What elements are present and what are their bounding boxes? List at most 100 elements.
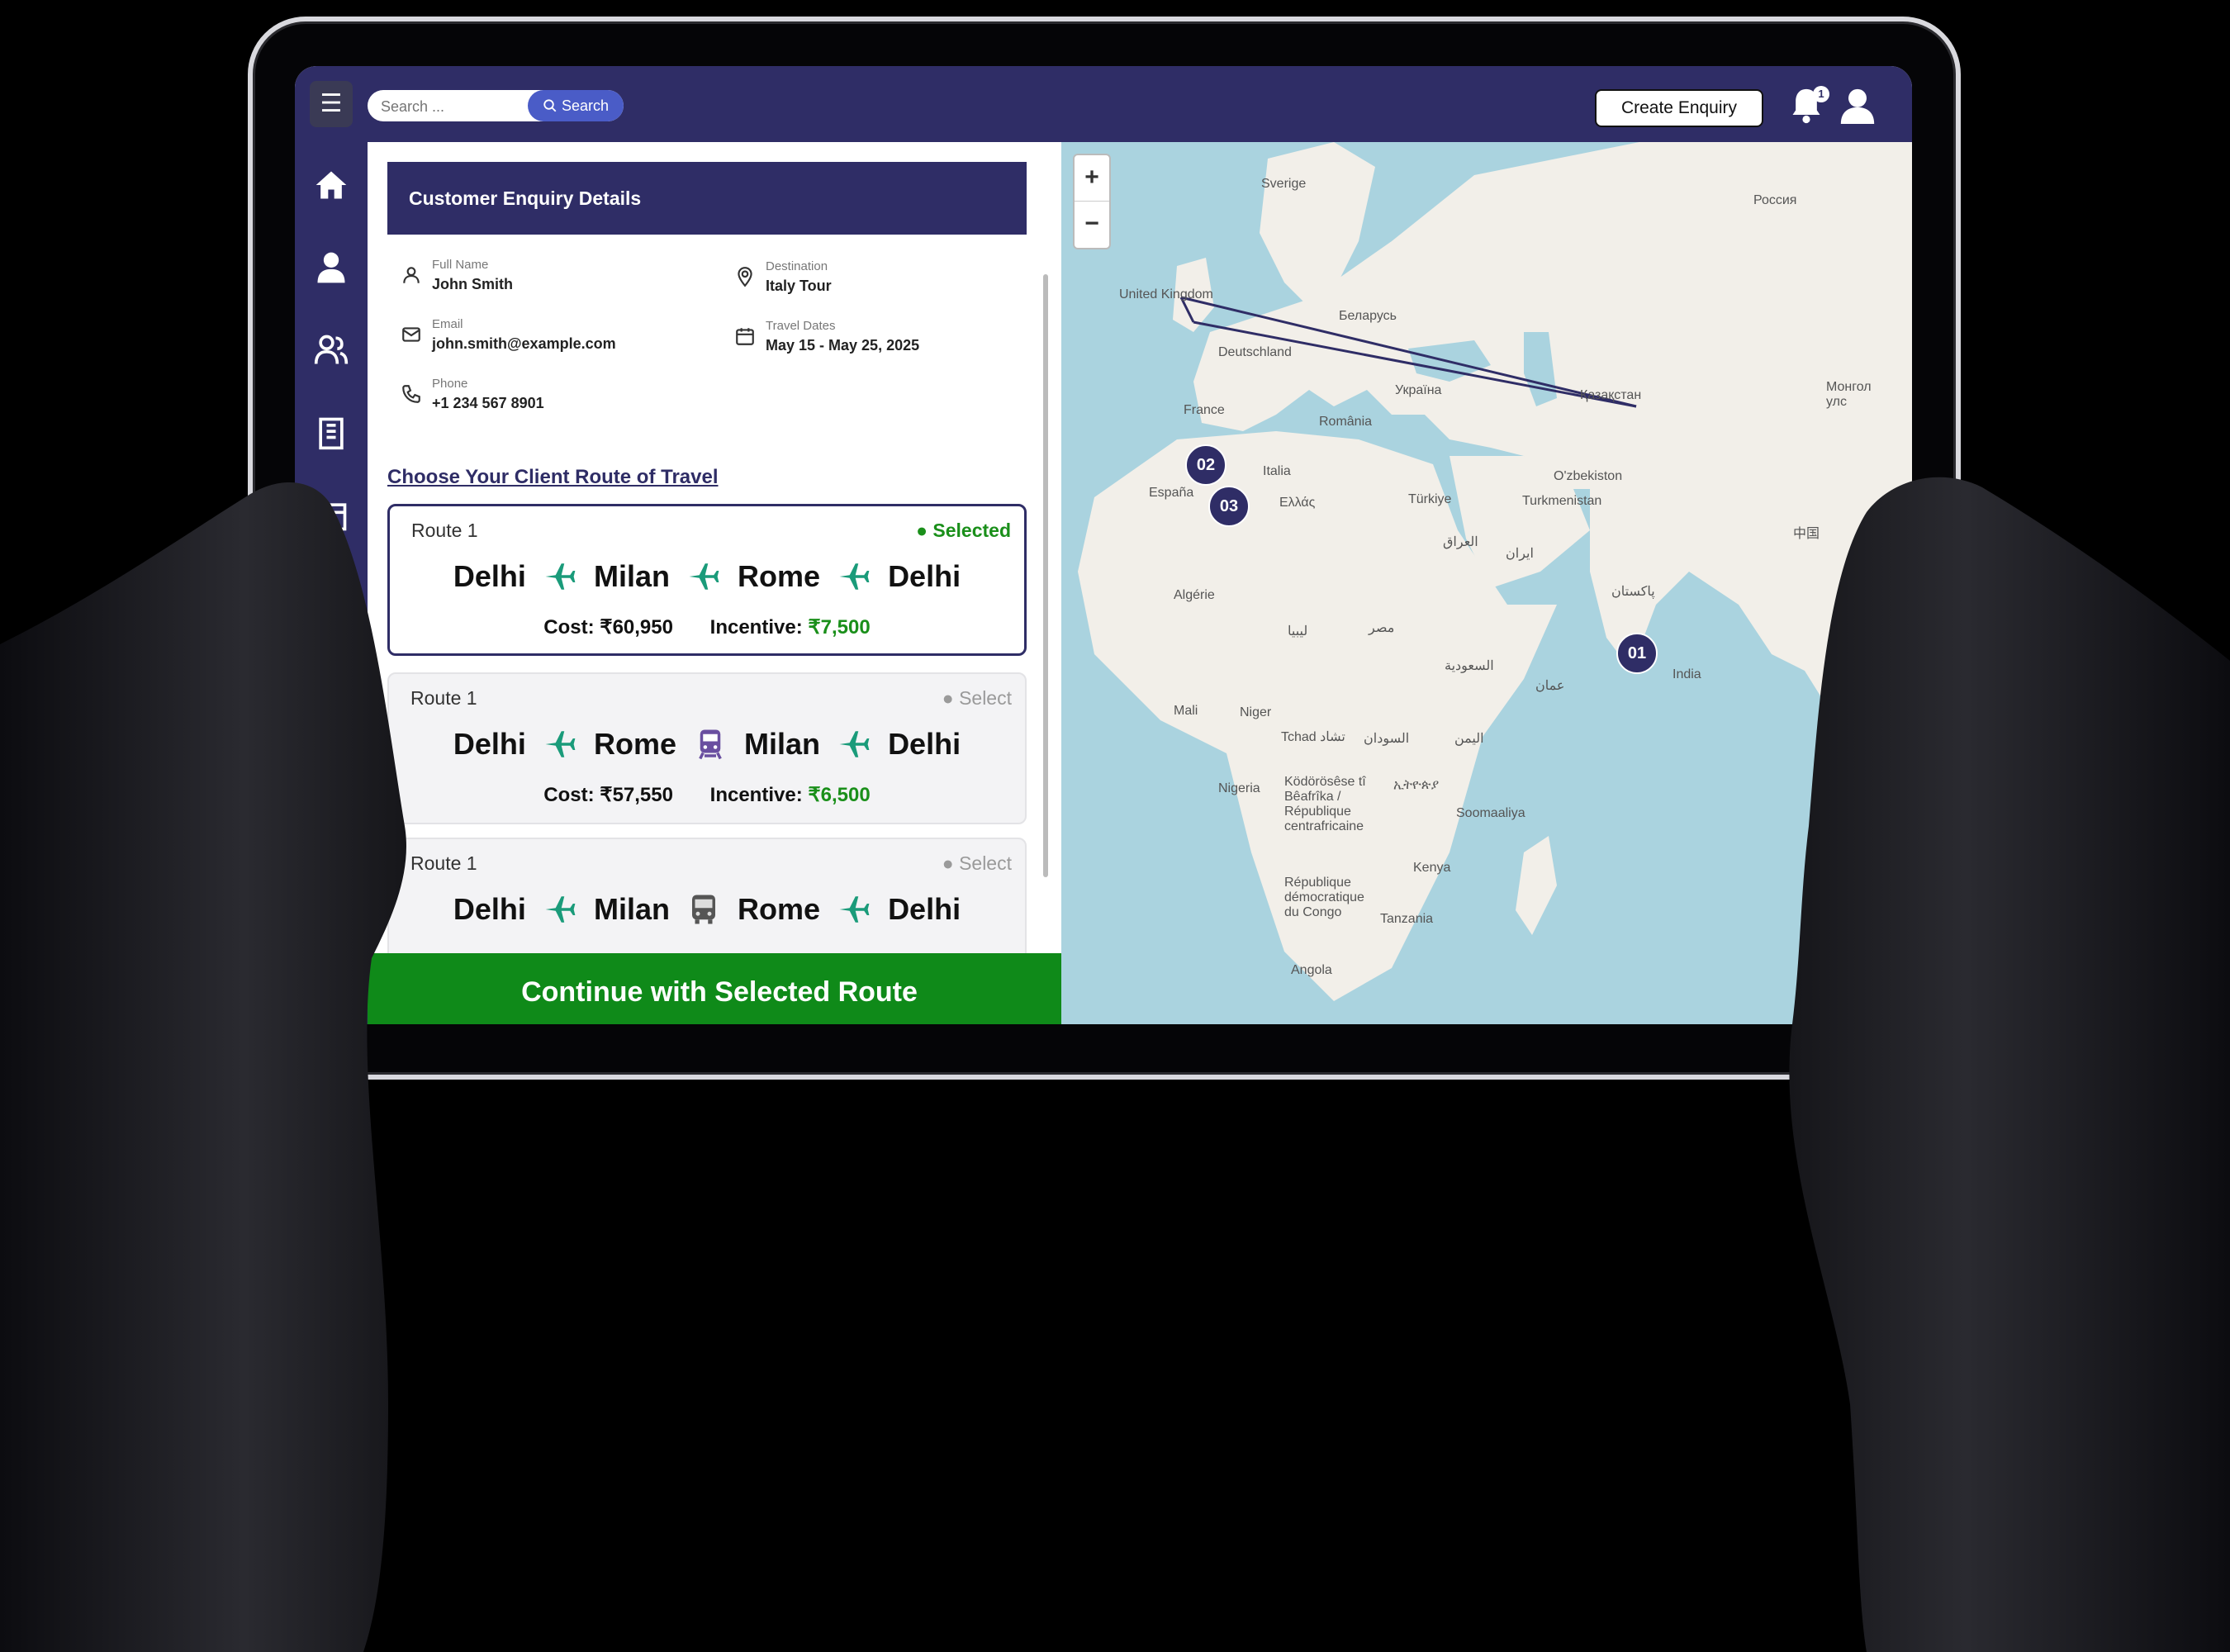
- phone-value: +1 234 567 8901: [432, 395, 544, 411]
- route-stop: Delhi: [453, 892, 526, 927]
- map-label: Ködörösêse tî Bêafrîka / République cent…: [1284, 775, 1366, 833]
- map-label: Қазақстан: [1580, 388, 1642, 402]
- layers-icon[interactable]: [313, 580, 349, 616]
- route-stop: Delhi: [888, 559, 961, 594]
- search-bar: Search: [368, 90, 624, 123]
- map-label: 中国: [1793, 527, 1820, 541]
- map-land: [1078, 142, 1912, 1001]
- map-label: Россия: [1753, 193, 1797, 207]
- route-stop: Delhi: [888, 892, 961, 927]
- map-label: România: [1319, 415, 1373, 429]
- map-label: Algérie: [1174, 588, 1215, 602]
- zoom-in-button[interactable]: +: [1075, 155, 1109, 202]
- route-status[interactable]: ● Selected: [916, 520, 1011, 542]
- map-label: Turkmenistan: [1522, 494, 1602, 508]
- plane-icon: [837, 727, 871, 762]
- enquiry-panel: Customer Enquiry Details Full Name John …: [368, 142, 1071, 1024]
- route-status[interactable]: ● Select: [942, 852, 1012, 875]
- search-button[interactable]: Search: [528, 90, 624, 121]
- route-cost: Cost: ₹60,950 Incentive: ₹7,500: [543, 616, 871, 638]
- user-profile-icon[interactable]: [1839, 86, 1876, 126]
- travel-dates-value: May 15 - May 25, 2025: [766, 337, 920, 354]
- route-status[interactable]: ● Select: [942, 687, 1012, 710]
- plane-icon: [543, 559, 577, 594]
- map-label: Deutschland: [1218, 345, 1292, 359]
- home-icon[interactable]: [313, 167, 349, 203]
- routes-heading: Choose Your Client Route of Travel: [387, 466, 719, 488]
- building-icon[interactable]: [313, 415, 349, 451]
- route-stop: Delhi: [453, 559, 526, 594]
- mail-icon: [402, 327, 420, 342]
- sidebar: [295, 142, 368, 1024]
- user-icon[interactable]: [313, 249, 349, 286]
- map-label: ليبيا: [1288, 624, 1308, 638]
- email-value: john.smith@example.com: [432, 335, 616, 352]
- destination-value: Italy Tour: [766, 278, 832, 294]
- full-name-label: Full Name: [432, 258, 489, 272]
- search-input[interactable]: [379, 90, 531, 123]
- map-label: اليمن: [1454, 732, 1484, 746]
- route-name: Route 1: [411, 520, 478, 541]
- travel-dates-label: Travel Dates: [766, 319, 836, 333]
- map-label: Mali: [1174, 704, 1198, 718]
- route-stop: Milan: [593, 559, 670, 594]
- enquiry-card-title: Customer Enquiry Details: [387, 162, 1027, 235]
- app-screen: ☰ Search Create Enquiry 1: [295, 66, 1912, 1024]
- map-label: ኢትዮጵያ: [1393, 778, 1440, 792]
- map-label: السعودية: [1445, 659, 1494, 673]
- route-map[interactable]: Sverige Россия United Kingdom Беларусь D…: [1061, 142, 1912, 1024]
- route-name: Route 1: [410, 687, 477, 709]
- continue-button[interactable]: Continue with Selected Route: [368, 953, 1071, 1024]
- map-label: Беларусь: [1339, 309, 1397, 323]
- clipboard-icon[interactable]: [313, 662, 349, 699]
- route-name: Route 1: [410, 852, 477, 874]
- full-name-value: John Smith: [432, 276, 513, 292]
- train-icon: [693, 727, 728, 762]
- route-stop: Rome: [738, 559, 821, 594]
- phone-label: Phone: [432, 377, 468, 391]
- create-enquiry-button[interactable]: Create Enquiry: [1595, 89, 1763, 127]
- map-marker[interactable]: 01: [1616, 633, 1658, 674]
- route-stop: Delhi: [453, 727, 526, 762]
- plane-icon: [543, 727, 577, 762]
- map-label: Nigeria: [1218, 781, 1260, 795]
- destination-label: Destination: [766, 259, 828, 273]
- hamburger-menu-icon[interactable]: ☰: [310, 81, 353, 127]
- zoom-out-button[interactable]: −: [1075, 202, 1109, 247]
- calendar-icon[interactable]: [313, 497, 349, 534]
- map-label: Sverige: [1261, 177, 1307, 191]
- map-label: السودان: [1364, 732, 1410, 746]
- plane-icon: [837, 559, 871, 594]
- route-path: Delhi Milan Rome Delhi: [389, 890, 1025, 927]
- location-pin-icon: [738, 267, 752, 287]
- map-label: O'zbekiston: [1554, 469, 1623, 483]
- map-label: France: [1184, 403, 1225, 417]
- map-label: مصر: [1369, 621, 1395, 635]
- plane-icon: [543, 892, 577, 927]
- route-card[interactable]: Route 1 ● Select Delhi Rome Milan Delhi …: [387, 672, 1027, 824]
- map-label: Монгол улс: [1826, 380, 1872, 409]
- document-icon[interactable]: [313, 745, 349, 781]
- email-label: Email: [432, 317, 463, 331]
- route-stop: Rome: [593, 727, 676, 762]
- map-label: Angola: [1291, 963, 1332, 977]
- map-label: Việt Nam: [1834, 729, 1889, 743]
- map-label: Україна: [1395, 383, 1442, 397]
- map-label: Italia: [1263, 464, 1291, 478]
- route-path: Delhi Rome Milan Delhi: [389, 725, 1025, 762]
- map-marker[interactable]: 03: [1208, 486, 1250, 527]
- search-button-label: Search: [561, 97, 610, 114]
- route-stop: Milan: [593, 892, 670, 927]
- route-card[interactable]: Route 1 ● Selected Delhi Milan Rome Delh…: [387, 504, 1027, 656]
- map-zoom-control: + −: [1073, 154, 1111, 249]
- plane-icon: [686, 559, 721, 594]
- users-icon[interactable]: [313, 332, 349, 368]
- map-label: ایران: [1506, 547, 1534, 561]
- map-label: Soomaaliya: [1456, 806, 1525, 820]
- map-marker[interactable]: 02: [1185, 444, 1226, 486]
- scrollbar[interactable]: [1043, 274, 1048, 877]
- map-label: العراق: [1443, 535, 1478, 549]
- bus-icon: [686, 892, 721, 927]
- map-label: Türkiye: [1408, 492, 1452, 506]
- phone-icon: [402, 385, 420, 403]
